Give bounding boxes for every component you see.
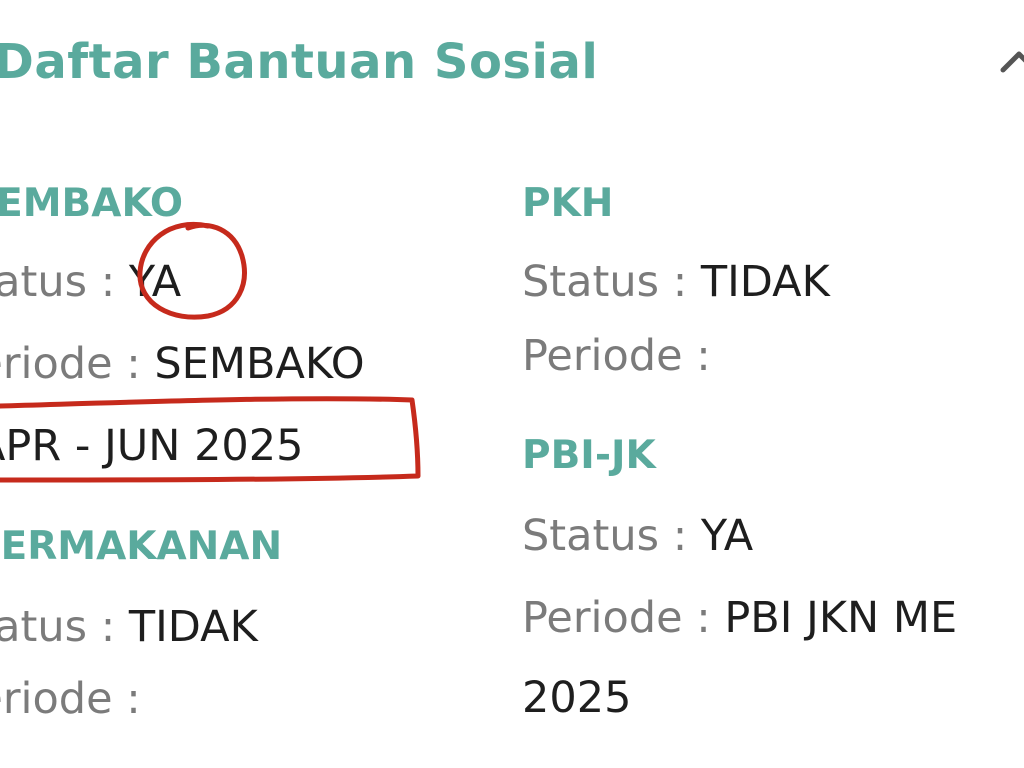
periode-row-sembako: Periode : SEMBAKO [0, 336, 365, 392]
periode-label: Periode : [522, 331, 711, 381]
periode-label: Periode : [0, 339, 141, 389]
periode-label: Periode : [522, 593, 711, 643]
status-value-pkh: TIDAK [700, 257, 830, 307]
status-label: Status : [522, 511, 688, 561]
periode-value-sembako-line1: SEMBAKO [154, 339, 365, 389]
annotation-box [0, 396, 421, 483]
status-label: Status : [0, 257, 116, 307]
periode-value-pbi-jk-line2: 2025 [522, 673, 632, 723]
status-row-permakanan: Status : TIDAK [0, 599, 258, 655]
periode-row-pkh: Periode : [522, 328, 711, 384]
periode-row-pbi-jk: Periode : PBI JKN ME [522, 590, 957, 646]
status-value-pbi-jk: YA [700, 511, 754, 561]
status-label: Status : [522, 257, 688, 307]
card-title: Daftar Bantuan Sosial [0, 34, 599, 90]
status-row-pbi-jk: Status : YA [522, 508, 753, 564]
annotation-circle [137, 222, 247, 320]
periode-value-pbi-jk-line1: PBI JKN ME [724, 593, 958, 643]
chevron-up-icon[interactable] [995, 40, 1024, 80]
status-label: Status : [0, 602, 116, 652]
status-row-pkh: Status : TIDAK [522, 254, 830, 310]
periode-label: Periode : [0, 674, 141, 724]
status-value-permakanan: TIDAK [128, 602, 258, 652]
program-name-pbi-jk: PBI-JK [522, 433, 656, 478]
program-name-permakanan: PERMAKANAN [0, 524, 283, 569]
program-name-pkh: PKH [522, 181, 614, 226]
periode-row-permakanan: Periode : [0, 671, 141, 727]
